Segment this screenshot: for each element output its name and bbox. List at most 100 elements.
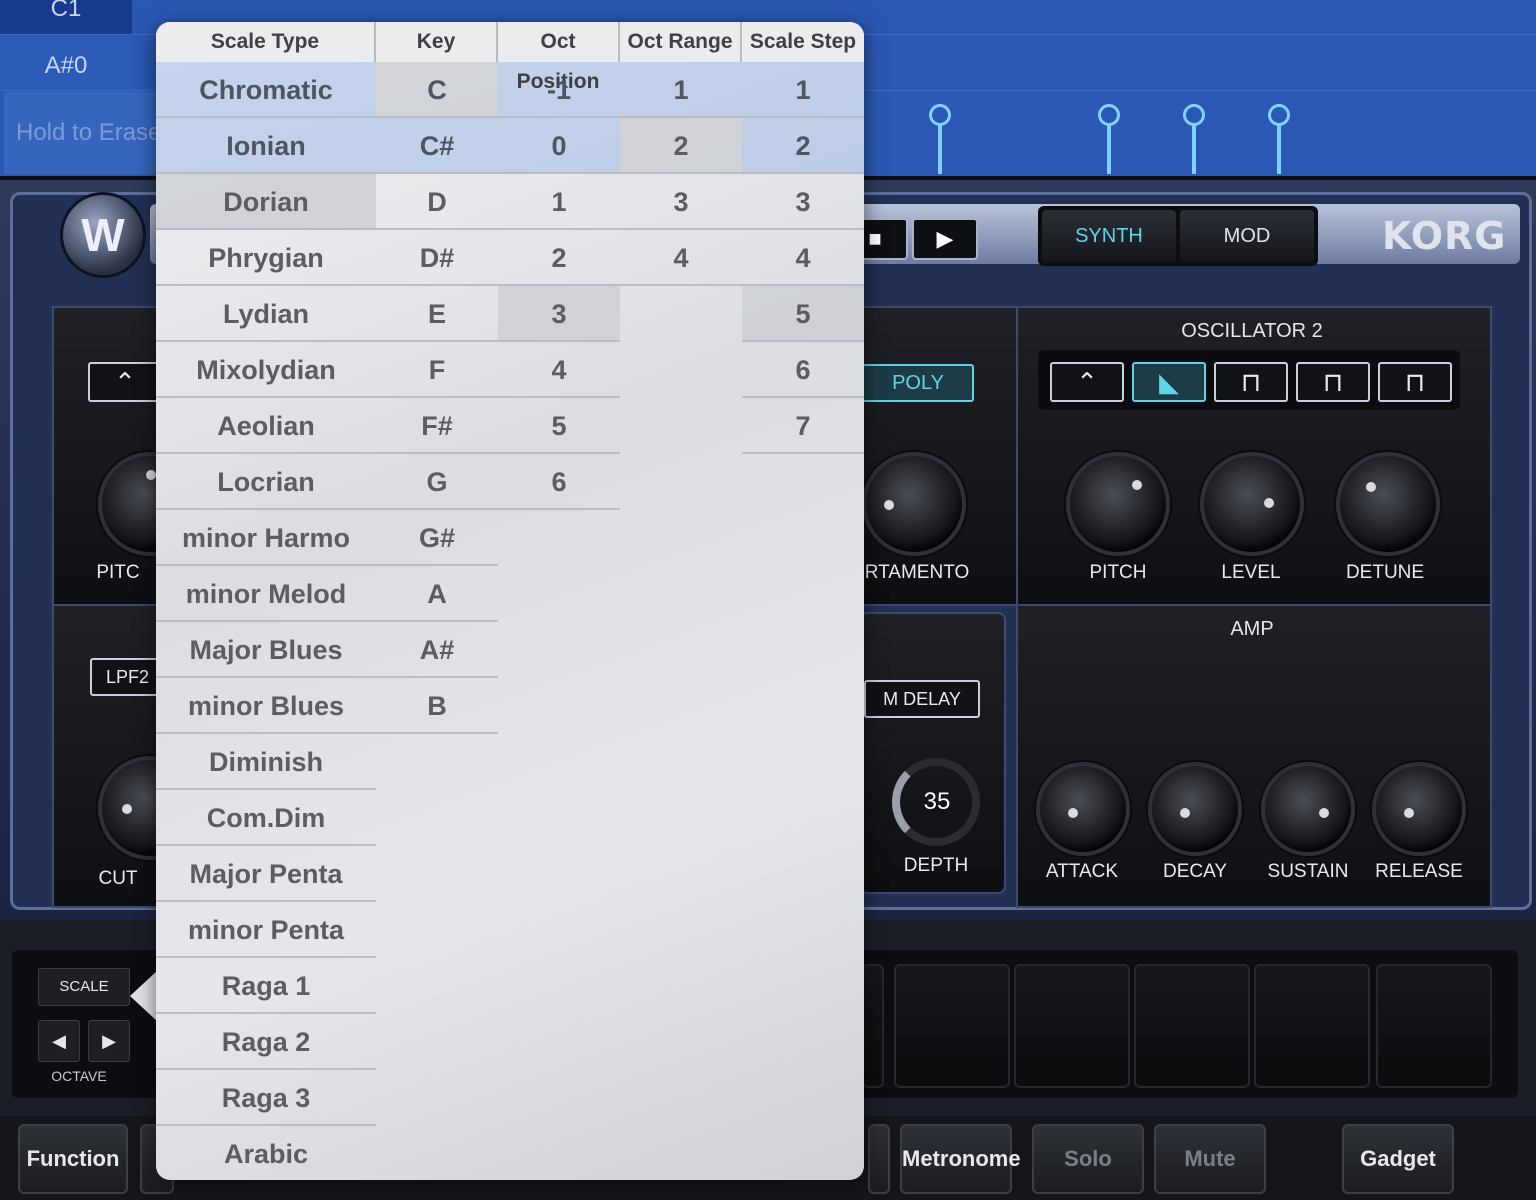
key-label-a-sharp-0: A#0 (0, 36, 132, 90)
scale-type-item[interactable]: Arabic (156, 1126, 376, 1180)
key-column: Key C C# D D# E F F# G G# A A# B (376, 22, 498, 1180)
pad[interactable] (862, 964, 884, 1088)
octave-down-button[interactable]: ◀ (38, 1020, 80, 1062)
pad[interactable] (1376, 964, 1492, 1088)
oct-position-header: Oct Position (498, 22, 620, 93)
sustain-knob[interactable] (1261, 762, 1355, 856)
oct-position-item[interactable]: 2 (498, 230, 620, 286)
scale-type-item[interactable]: Major Blues (156, 622, 376, 678)
release-knob[interactable] (1372, 762, 1466, 856)
scale-button[interactable]: SCALE (38, 968, 130, 1006)
scale-type-item[interactable]: Diminish (156, 734, 376, 790)
osc1-triangle-wave-button[interactable]: ⌃ (88, 362, 162, 402)
oct-position-item[interactable]: 3 (498, 286, 620, 342)
scale-type-item[interactable]: Raga 3 (156, 1070, 376, 1126)
velocity-pin[interactable] (1183, 104, 1205, 174)
scale-type-item[interactable]: Aeolian (156, 398, 376, 454)
decay-knob[interactable] (1148, 762, 1242, 856)
pulse-wave-icon[interactable]: ⊓ (1296, 362, 1370, 402)
oct-position-column: Oct Position -10123456 (498, 22, 620, 1180)
square-wave-icon[interactable]: ⊓ (1214, 362, 1288, 402)
scale-type-header: Scale Type (156, 22, 376, 62)
delay-button[interactable]: M DELAY (864, 680, 980, 718)
oct-range-item[interactable]: 2 (620, 118, 742, 174)
pad[interactable] (1134, 964, 1250, 1088)
key-item[interactable]: A# (376, 622, 498, 678)
scale-type-item[interactable]: Raga 1 (156, 958, 376, 1014)
scale-step-item[interactable]: 7 (742, 398, 864, 454)
pad[interactable] (1014, 964, 1130, 1088)
scale-type-item[interactable]: Phrygian (156, 230, 376, 286)
scale-step-item[interactable]: 6 (742, 342, 864, 398)
gadget-button[interactable]: Gadget (1342, 1124, 1454, 1194)
tab-synth[interactable]: SYNTH (1042, 210, 1176, 262)
tab-mod[interactable]: MOD (1180, 210, 1314, 262)
velocity-pin[interactable] (1098, 104, 1120, 174)
oct-position-item[interactable]: 1 (498, 174, 620, 230)
voice-section (860, 306, 1018, 606)
pad[interactable] (1254, 964, 1370, 1088)
play-button[interactable]: ▶ (912, 218, 978, 260)
scale-type-item[interactable]: Com.Dim (156, 790, 376, 846)
scale-step-item[interactable]: 5 (742, 286, 864, 342)
scale-step-item[interactable]: 1 (742, 62, 864, 118)
pad[interactable] (894, 964, 1010, 1088)
metronome-button[interactable]: Metronome (900, 1124, 1021, 1194)
oct-position-item[interactable]: 5 (498, 398, 620, 454)
scale-step-item[interactable]: 4 (742, 230, 864, 286)
scale-step-item[interactable]: 2 (742, 118, 864, 174)
mute-button[interactable]: Mute (1154, 1124, 1266, 1194)
scale-popover: Scale Type Chromatic Ionian Dorian Phrygian… (156, 22, 864, 1180)
key-item[interactable]: E (376, 286, 498, 342)
saw-wave-icon[interactable]: ◣ (1132, 362, 1206, 402)
scale-type-item[interactable]: minor Penta (156, 902, 376, 958)
key-item[interactable]: C (376, 62, 498, 118)
scale-type-item[interactable]: Raga 2 (156, 1014, 376, 1070)
scale-step-item[interactable]: 3 (742, 174, 864, 230)
portamento-knob[interactable] (862, 452, 966, 556)
scale-type-item[interactable]: Mixolydian (156, 342, 376, 398)
octave-up-button[interactable]: ▶ (88, 1020, 130, 1062)
osc2-detune-knob[interactable] (1336, 452, 1440, 556)
osc2-pitch-knob[interactable] (1066, 452, 1170, 556)
function-button[interactable]: Function (18, 1124, 128, 1194)
oct-position-item[interactable]: 0 (498, 118, 620, 174)
toolbar-button-hidden[interactable] (868, 1124, 890, 1194)
oct-range-item[interactable]: 1 (620, 62, 742, 118)
osc2-level-label: LEVEL (1221, 562, 1281, 583)
poly-button[interactable]: POLY (862, 364, 974, 402)
velocity-pin[interactable] (929, 104, 951, 174)
key-item[interactable]: C# (376, 118, 498, 174)
key-item[interactable]: D (376, 174, 498, 230)
velocity-pin[interactable] (1268, 104, 1290, 174)
gadget-logo-icon[interactable]: W (60, 192, 146, 278)
oct-range-item[interactable]: 3 (620, 174, 742, 230)
osc2-pitch-label: PITCH (1089, 562, 1147, 583)
solo-button[interactable]: Solo (1032, 1124, 1144, 1194)
scale-type-item[interactable]: minor Melod (156, 566, 376, 622)
key-item[interactable]: F (376, 342, 498, 398)
key-item[interactable]: B (376, 678, 498, 734)
oct-position-item[interactable]: 6 (498, 454, 620, 510)
key-item[interactable]: A (376, 566, 498, 622)
oct-range-column: Oct Range 1234 (620, 22, 742, 1180)
scale-type-item[interactable]: Chromatic (156, 62, 376, 118)
narrow-pulse-wave-icon[interactable]: ⊓ (1378, 362, 1452, 402)
scale-type-item[interactable]: minor Harmo (156, 510, 376, 566)
oct-range-item[interactable]: 4 (620, 230, 742, 286)
scale-type-item[interactable]: minor Blues (156, 678, 376, 734)
attack-knob[interactable] (1036, 762, 1130, 856)
oct-position-item[interactable]: 4 (498, 342, 620, 398)
scale-type-item[interactable]: Major Penta (156, 846, 376, 902)
scale-type-item[interactable]: Dorian (156, 174, 376, 230)
osc2-level-knob[interactable] (1200, 452, 1304, 556)
triangle-wave-icon[interactable]: ⌃ (1050, 362, 1124, 402)
scale-type-item[interactable]: Lydian (156, 286, 376, 342)
key-item[interactable]: D# (376, 230, 498, 286)
scale-type-item[interactable]: Ionian (156, 118, 376, 174)
hold-to-erase-button[interactable]: Hold to Erase (4, 92, 176, 174)
key-item[interactable]: F# (376, 398, 498, 454)
key-item[interactable]: G (376, 454, 498, 510)
scale-type-item[interactable]: Locrian (156, 454, 376, 510)
key-item[interactable]: G# (376, 510, 498, 566)
